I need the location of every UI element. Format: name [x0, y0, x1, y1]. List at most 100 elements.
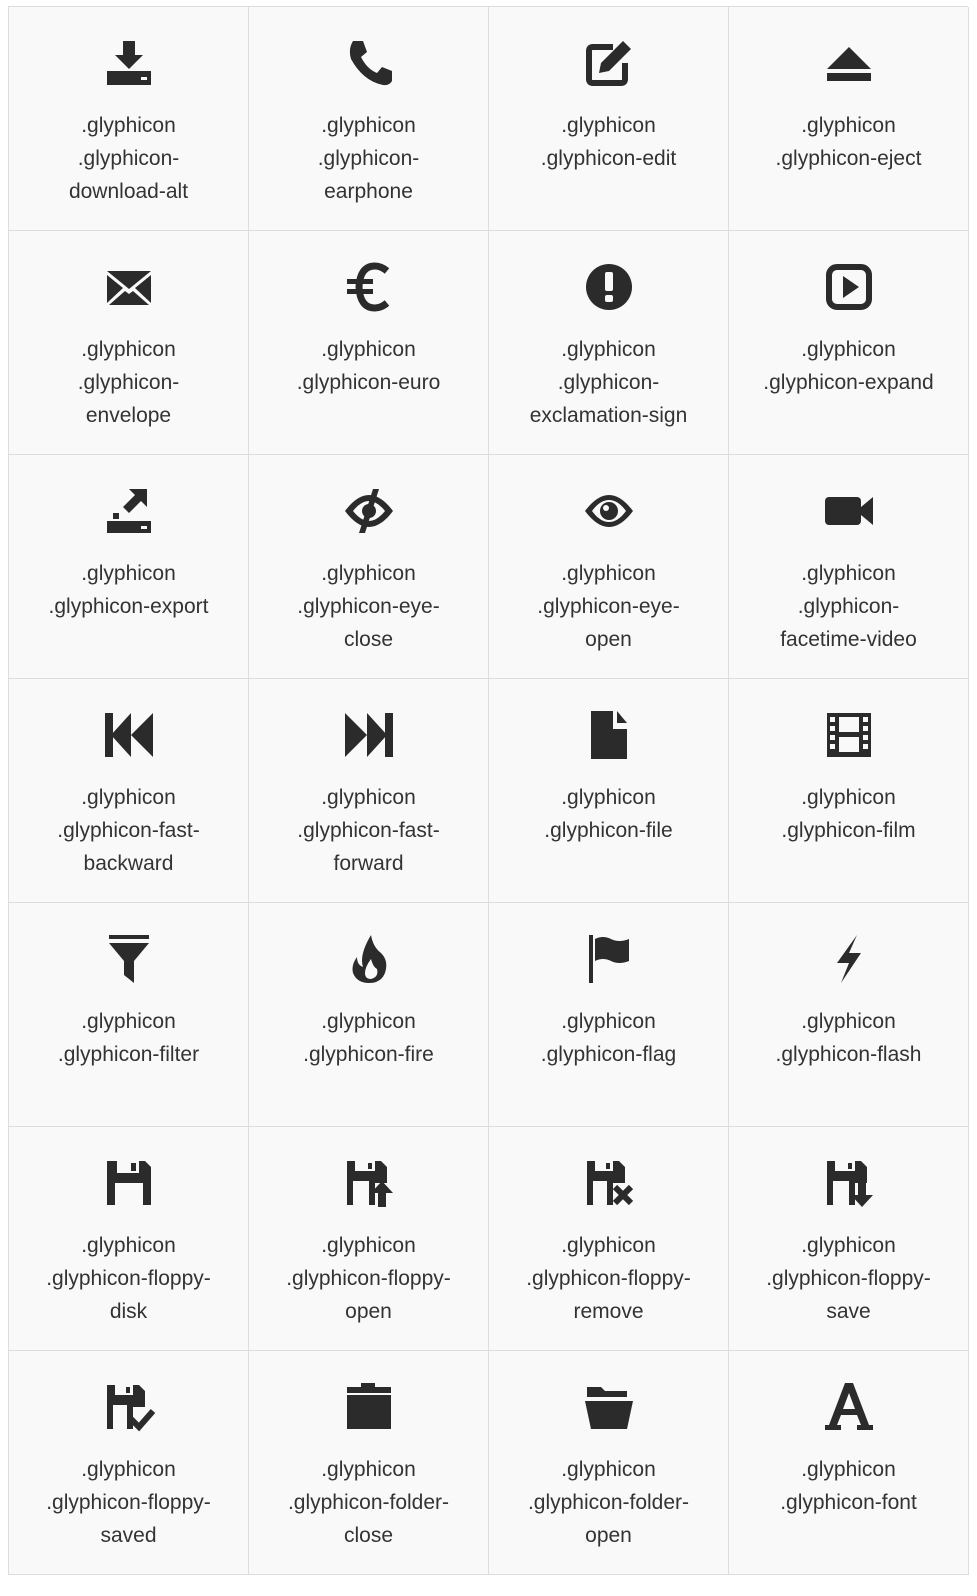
glyph-cell[interactable]: .glyphicon .glyphicon-floppy- remove	[489, 1127, 729, 1351]
glyph-cell[interactable]: .glyphicon .glyphicon- download-alt	[9, 7, 249, 231]
glyph-cell[interactable]: .glyphicon .glyphicon-flash	[729, 903, 969, 1127]
exclamation-sign-icon	[583, 261, 635, 313]
folder-close-icon	[343, 1381, 395, 1433]
glyph-name: .glyphicon-	[77, 371, 180, 394]
glyph-cell[interactable]: .glyphicon .glyphicon-flag	[489, 903, 729, 1127]
flash-icon	[823, 933, 875, 985]
glyph-name: backward	[83, 852, 174, 875]
glyph-cell[interactable]: .glyphicon .glyphicon-eject	[729, 7, 969, 231]
glyph-name: envelope	[85, 404, 172, 427]
glyph-name: .glyphicon-fast-	[57, 819, 200, 842]
glyph-cell[interactable]: .glyphicon .glyphicon-file	[489, 679, 729, 903]
glyph-cell[interactable]: .glyphicon .glyphicon-folder- open	[489, 1351, 729, 1575]
glyph-class: .glyphicon	[321, 1234, 416, 1257]
glyph-cell[interactable]: .glyphicon .glyphicon- facetime-video	[729, 455, 969, 679]
glyph-name: download-alt	[68, 180, 189, 203]
glyph-name: forward	[333, 852, 404, 875]
glyph-class: .glyphicon	[561, 786, 656, 809]
glyph-cell[interactable]: .glyphicon .glyphicon-floppy- open	[249, 1127, 489, 1351]
glyph-name: open	[585, 628, 632, 651]
glyph-grid: .glyphicon .glyphicon- download-alt .gly…	[8, 6, 969, 1575]
glyph-name: .glyphicon-fire	[303, 1043, 434, 1066]
glyph-cell[interactable]: .glyphicon .glyphicon-floppy- saved	[9, 1351, 249, 1575]
glyph-class: .glyphicon	[321, 1458, 416, 1481]
glyph-name: .glyphicon-filter	[57, 1043, 200, 1066]
glyph-name: .glyphicon-fast-	[297, 819, 440, 842]
glyph-cell[interactable]: .glyphicon .glyphicon- earphone	[249, 7, 489, 231]
glyph-name: .glyphicon-floppy-	[46, 1491, 211, 1514]
glyph-cell[interactable]: .glyphicon .glyphicon-font	[729, 1351, 969, 1575]
glyph-cell[interactable]: .glyphicon .glyphicon-fire	[249, 903, 489, 1127]
glyph-cell[interactable]: .glyphicon .glyphicon- envelope	[9, 231, 249, 455]
glyph-name: .glyphicon-eye-	[537, 595, 680, 618]
glyph-name: facetime-video	[780, 628, 917, 651]
glyph-name: .glyphicon-euro	[296, 371, 441, 394]
glyph-cell[interactable]: .glyphicon .glyphicon-expand	[729, 231, 969, 455]
glyph-name: .glyphicon-export	[48, 595, 209, 618]
filter-icon	[103, 933, 155, 985]
glyph-name: .glyphicon-floppy-	[766, 1267, 931, 1290]
glyph-cell[interactable]: .glyphicon .glyphicon-folder- close	[249, 1351, 489, 1575]
glyph-class: .glyphicon	[561, 1458, 656, 1481]
glyph-class: .glyphicon	[81, 338, 176, 361]
glyph-class: .glyphicon	[801, 786, 896, 809]
glyph-name: .glyphicon-	[317, 147, 420, 170]
floppy-saved-icon	[103, 1381, 155, 1433]
glyph-cell[interactable]: .glyphicon .glyphicon-floppy- disk	[9, 1127, 249, 1351]
facetime-video-icon	[823, 485, 875, 537]
glyph-cell[interactable]: .glyphicon .glyphicon-eye- close	[249, 455, 489, 679]
glyph-cell[interactable]: .glyphicon .glyphicon-edit	[489, 7, 729, 231]
glyph-name: .glyphicon-	[797, 595, 900, 618]
glyph-class: .glyphicon	[321, 786, 416, 809]
glyph-name: open	[345, 1300, 392, 1323]
glyph-class: .glyphicon	[561, 338, 656, 361]
glyph-cell[interactable]: .glyphicon .glyphicon-fast- backward	[9, 679, 249, 903]
glyph-cell[interactable]: .glyphicon .glyphicon-fast- forward	[249, 679, 489, 903]
glyph-name: .glyphicon-floppy-	[526, 1267, 691, 1290]
glyph-name: .glyphicon-floppy-	[46, 1267, 211, 1290]
glyph-class: .glyphicon	[561, 1234, 656, 1257]
file-icon	[583, 709, 635, 761]
glyph-cell[interactable]: .glyphicon .glyphicon-export	[9, 455, 249, 679]
export-icon	[103, 485, 155, 537]
glyph-name: .glyphicon-flag	[540, 1043, 677, 1066]
glyph-class: .glyphicon	[801, 1234, 896, 1257]
glyph-cell[interactable]: .glyphicon .glyphicon-film	[729, 679, 969, 903]
glyph-class: .glyphicon	[801, 114, 896, 137]
glyph-name: .glyphicon-floppy-	[286, 1267, 451, 1290]
glyph-name: .glyphicon-expand	[763, 371, 934, 394]
glyph-name: earphone	[324, 180, 413, 203]
glyph-name: .glyphicon-film	[781, 819, 916, 842]
fast-backward-icon	[103, 709, 155, 761]
earphone-icon	[343, 37, 395, 89]
glyph-class: .glyphicon	[801, 338, 896, 361]
glyph-cell[interactable]: .glyphicon .glyphicon-euro	[249, 231, 489, 455]
glyph-name: disk	[109, 1300, 148, 1323]
fire-icon	[343, 933, 395, 985]
glyph-name: .glyphicon-font	[780, 1491, 917, 1514]
glyph-class: .glyphicon	[801, 1010, 896, 1033]
glyph-cell[interactable]: .glyphicon .glyphicon-eye- open	[489, 455, 729, 679]
glyph-class: .glyphicon	[81, 562, 176, 585]
glyph-name: open	[585, 1524, 632, 1547]
glyph-class: .glyphicon	[321, 1010, 416, 1033]
glyph-name: close	[343, 1524, 394, 1547]
glyph-class: .glyphicon	[321, 338, 416, 361]
floppy-remove-icon	[583, 1157, 635, 1209]
flag-icon	[583, 933, 635, 985]
glyph-cell[interactable]: .glyphicon .glyphicon-filter	[9, 903, 249, 1127]
glyph-cell[interactable]: .glyphicon .glyphicon- exclamation-sign	[489, 231, 729, 455]
euro-icon	[343, 261, 395, 313]
glyph-name: .glyphicon-eject	[775, 147, 922, 170]
folder-open-icon	[583, 1381, 635, 1433]
fast-forward-icon	[343, 709, 395, 761]
eye-open-icon	[583, 485, 635, 537]
expand-icon	[823, 261, 875, 313]
glyph-name: remove	[573, 1300, 644, 1323]
glyph-class: .glyphicon	[81, 786, 176, 809]
glyph-name: .glyphicon-eye-	[297, 595, 440, 618]
glyph-class: .glyphicon	[561, 562, 656, 585]
glyph-cell[interactable]: .glyphicon .glyphicon-floppy- save	[729, 1127, 969, 1351]
glyph-class: .glyphicon	[561, 114, 656, 137]
glyph-name: saved	[100, 1524, 157, 1547]
